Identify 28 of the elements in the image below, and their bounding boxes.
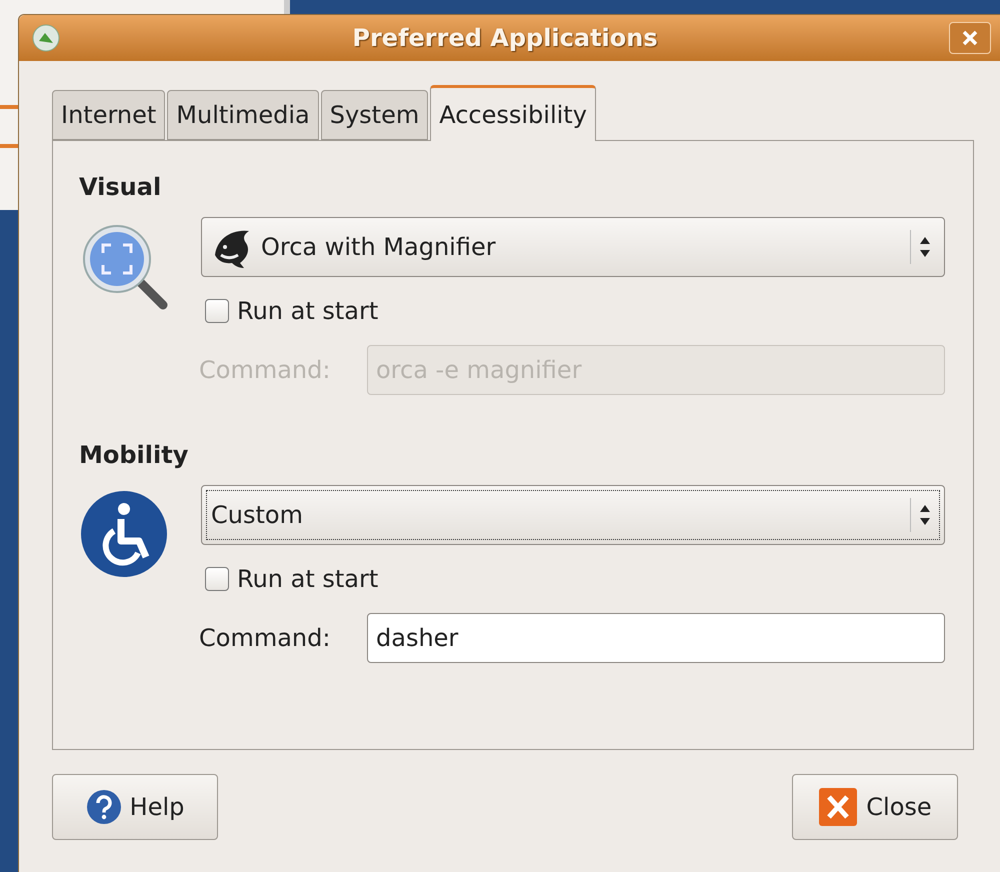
up-down-arrows-icon: [919, 236, 931, 258]
wheelchair-icon: [79, 489, 169, 579]
tab[interactable]: Accessibility: [430, 85, 596, 141]
section-title: Visual: [79, 172, 162, 203]
checkbox[interactable]: [205, 299, 229, 323]
run-at-start-checkbox[interactable]: Run at start: [205, 561, 945, 597]
close-button[interactable]: [949, 22, 991, 54]
up-down-arrows-icon: [919, 504, 931, 526]
application-dropdown[interactable]: Orca with Magnifier: [201, 217, 945, 277]
run-at-start-checkbox[interactable]: Run at start: [205, 293, 945, 329]
close-icon: [818, 787, 858, 827]
tab[interactable]: System: [320, 90, 428, 140]
command-label: Command:: [199, 623, 332, 654]
checkbox[interactable]: [205, 567, 229, 591]
application-dropdown[interactable]: Custom: [201, 485, 945, 545]
help-button[interactable]: Help: [52, 774, 218, 840]
tab[interactable]: Multimedia: [167, 90, 319, 140]
tab[interactable]: Internet: [52, 90, 166, 140]
section-title: Mobility: [79, 440, 190, 471]
dropdown-value: Custom: [211, 500, 303, 531]
app-icon: [31, 23, 61, 53]
dropdown-value: Orca with Magnifier: [261, 232, 496, 263]
command-field[interactable]: dasher: [367, 613, 945, 663]
close-dialog-button[interactable]: Close: [792, 774, 958, 840]
help-icon: [86, 789, 122, 825]
window-title: Preferred Applications: [351, 23, 659, 54]
close-icon: [962, 30, 978, 46]
command-label: Command:: [199, 355, 332, 386]
